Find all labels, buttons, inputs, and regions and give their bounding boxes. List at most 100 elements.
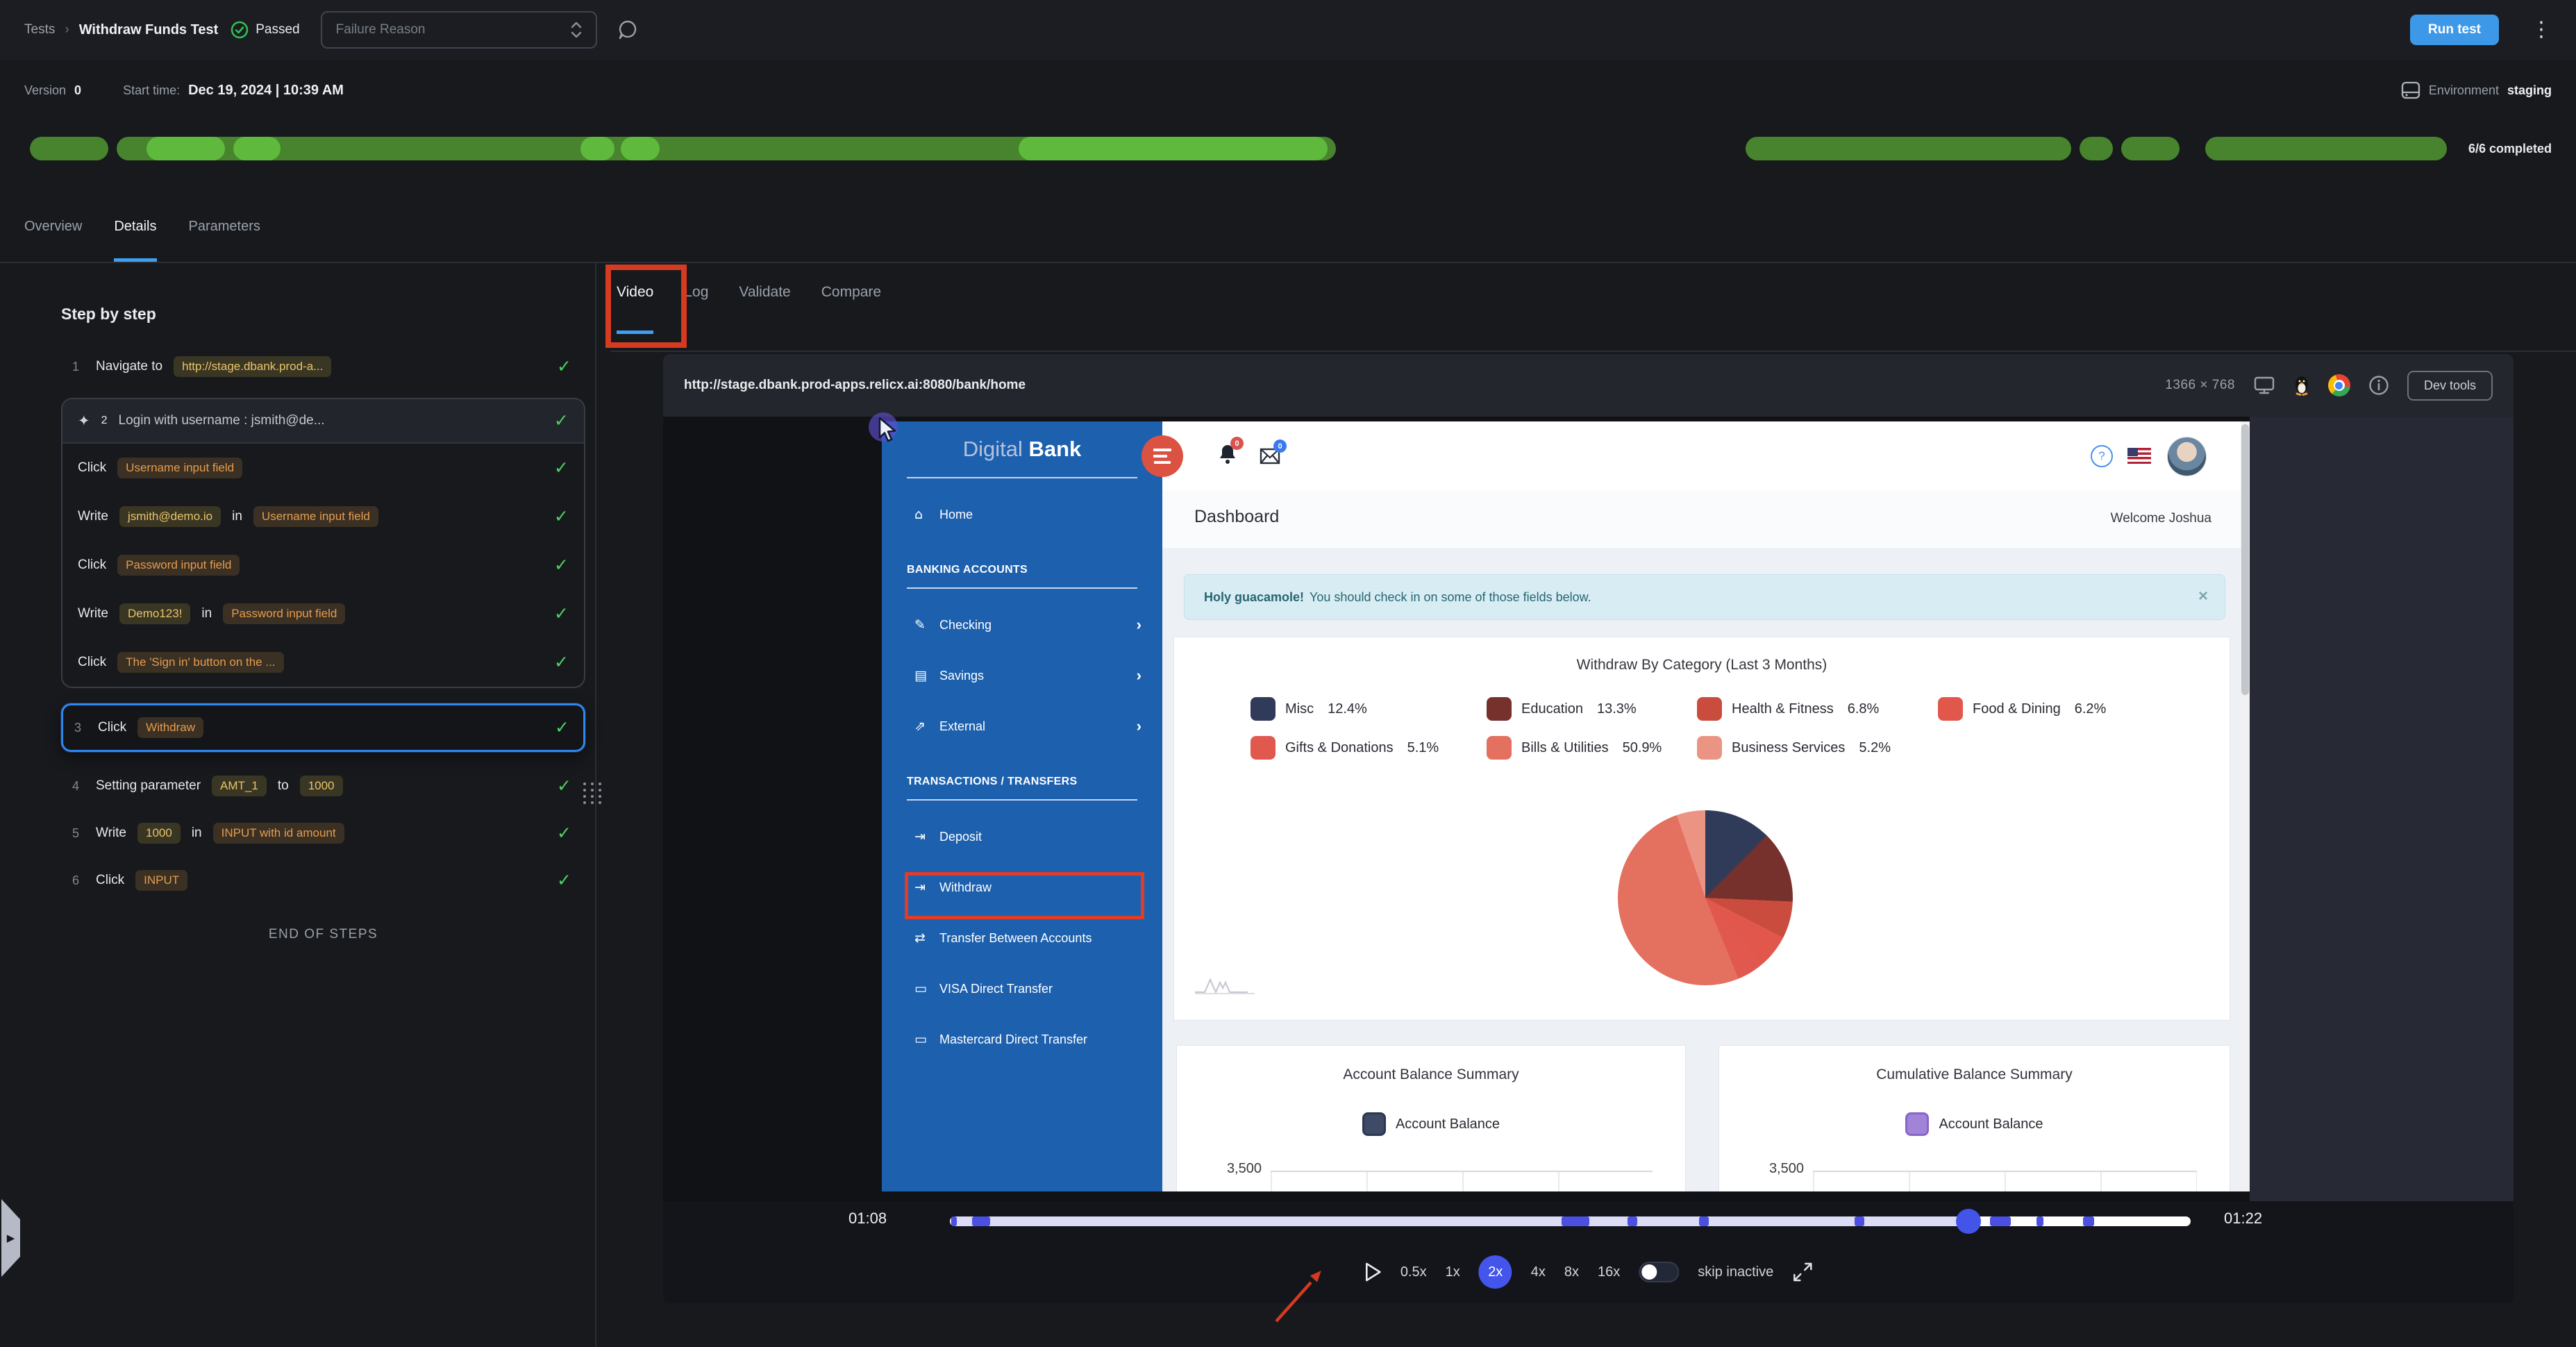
timeline-marker[interactable] <box>2036 1216 2044 1226</box>
card-icon: ▭ <box>914 981 927 996</box>
legend-value: 5.1% <box>1407 739 1439 755</box>
step-row[interactable]: Click Username input field ✓ <box>62 444 584 492</box>
timeline-track[interactable] <box>950 1209 2191 1234</box>
status-badge: Passed <box>256 22 300 37</box>
fullscreen-icon[interactable] <box>1792 1262 1813 1282</box>
timeline-marker[interactable] <box>1989 1216 2011 1226</box>
sidebar-item-deposit[interactable]: ⇥ Deposit <box>882 822 1162 851</box>
step-text: Navigate to <box>96 359 163 374</box>
speed-8x[interactable]: 8x <box>1564 1264 1579 1280</box>
step-badge: Username input field <box>117 458 243 478</box>
step-text: to <box>277 778 289 793</box>
timeline-marker[interactable] <box>972 1216 991 1226</box>
comment-bubble-icon <box>619 20 636 40</box>
video-frame-area[interactable]: Digital Bank ⌂ Home BANKING ACCOUNTS ✎ Check… <box>663 412 2514 1201</box>
dev-tools-button[interactable]: Dev tools <box>2407 370 2493 401</box>
passed-check-icon <box>231 21 249 39</box>
step-text: Setting parameter <box>96 778 201 793</box>
timeline-marker[interactable] <box>1627 1216 1637 1226</box>
step-row[interactable]: Click Password input field ✓ <box>62 541 584 589</box>
step-row[interactable]: Write Demo123! in Password input field ✓ <box>62 589 584 638</box>
total-time: 01:22 <box>2224 1210 2263 1227</box>
sidebar-item-savings[interactable]: ▤ Savings › <box>882 661 1162 690</box>
info-icon[interactable] <box>2368 375 2389 396</box>
step-row[interactable]: 4 Setting parameter AMT_1 to 1000 ✓ <box>61 767 585 805</box>
alert-text: You should check in on some of those fie… <box>1310 589 1591 604</box>
legend-label: Health & Fitness <box>1732 701 1834 717</box>
sidebar-item-label: External <box>939 719 986 733</box>
step-row[interactable]: Write jsmith@demo.io in Username input fiel… <box>62 492 584 541</box>
speed-4x[interactable]: 4x <box>1531 1264 1546 1280</box>
help-icon[interactable]: ? <box>2091 445 2113 467</box>
alert-close-icon[interactable]: × <box>2198 587 2208 606</box>
panel-resize-handle[interactable] <box>583 783 601 804</box>
group-step-header[interactable]: ✦ 2 Login with username : jsmith@de... ✓ <box>62 399 584 444</box>
tab-overview[interactable]: Overview <box>24 218 82 262</box>
avatar[interactable] <box>2167 437 2207 476</box>
failure-reason-select[interactable]: Failure Reason <box>320 11 597 49</box>
annotation-box-video-tab <box>605 265 687 348</box>
kebab-menu-icon[interactable]: ⋮ <box>2531 19 2552 40</box>
sparkline-icon <box>1195 978 1255 994</box>
video-tab-validate[interactable]: Validate <box>739 283 790 334</box>
sidebar-item-transfer-between-accounts[interactable]: ⇄ Transfer Between Accounts <box>882 923 1162 953</box>
step-row[interactable]: 1 Navigate to http://stage.dbank.prod-a...… <box>61 348 585 385</box>
breadcrumb-tests[interactable]: Tests <box>24 22 55 37</box>
timeline-marker[interactable] <box>951 1216 957 1226</box>
progress-segment-bright <box>621 137 660 160</box>
skip-inactive-toggle[interactable] <box>1639 1262 1680 1282</box>
sidebar-item-external[interactable]: ⇗ External › <box>882 712 1162 741</box>
scrollbar-thumb[interactable] <box>2241 424 2249 695</box>
speed-0.5x[interactable]: 0.5x <box>1400 1264 1427 1280</box>
step-success-check-icon: ✓ <box>557 776 571 796</box>
progress-segment-bright <box>146 137 225 160</box>
comment-button[interactable] <box>617 19 639 41</box>
step-text: Write <box>78 606 108 621</box>
expand-triangle-icon: ▶ <box>6 1232 15 1244</box>
sidebar-item-checking[interactable]: ✎ Checking › <box>882 610 1162 639</box>
chevron-right-icon: › <box>1136 667 1141 684</box>
step-row[interactable]: 5 Write 1000 in INPUT with id amount ✓ <box>61 814 585 852</box>
logo-light: Digital <box>962 437 1023 461</box>
timeline-marker[interactable] <box>1854 1216 1864 1226</box>
player-url-bar: http://stage.dbank.prod-apps.relicx.ai:8… <box>663 354 2514 417</box>
step-badge: INPUT with id amount <box>212 823 344 844</box>
tab-parameters[interactable]: Parameters <box>189 218 260 262</box>
app-scrollbar[interactable] <box>2241 421 2250 1191</box>
sidebar-divider <box>907 799 1137 801</box>
sidebar-item-mastercard-direct-transfer[interactable]: ▭ Mastercard Direct Transfer <box>882 1025 1162 1054</box>
speed-1x[interactable]: 1x <box>1446 1264 1460 1280</box>
step-success-check-icon: ✓ <box>557 871 571 890</box>
speed-2x[interactable]: 2x <box>1478 1255 1512 1289</box>
step-row[interactable]: Click The 'Sign in' button on the ... ✓ <box>62 638 584 687</box>
speed-16x[interactable]: 16x <box>1598 1264 1620 1280</box>
sidebar-item-visa-direct-transfer[interactable]: ▭ VISA Direct Transfer <box>882 974 1162 1003</box>
timeline-marker[interactable] <box>2082 1216 2094 1226</box>
step-row[interactable]: 6 Click INPUT ✓ <box>61 862 585 899</box>
video-tab-log[interactable]: Log <box>684 283 708 334</box>
timeline-marker[interactable] <box>1561 1216 1589 1226</box>
hamburger-menu-button[interactable] <box>1141 435 1183 477</box>
legend-label: Gifts & Donations <box>1285 739 1394 755</box>
step-badge: 1000 <box>299 776 343 796</box>
group-step-title: Login with username : jsmith@de... <box>118 413 325 428</box>
playback-controls: 0.5x 1x 2x 4x 8x 16x skip inactive <box>1364 1255 1813 1289</box>
step-badge: 1000 <box>137 823 181 844</box>
legend-item: Business Services 5.2% <box>1697 736 1938 760</box>
tab-details[interactable]: Details <box>114 218 157 262</box>
video-player: http://stage.dbank.prod-apps.relicx.ai:8… <box>663 354 2514 1303</box>
play-button[interactable] <box>1364 1262 1382 1282</box>
legend-item: Misc 12.4% <box>1251 697 1487 721</box>
timeline-marker[interactable] <box>1699 1216 1709 1226</box>
playhead[interactable] <box>1956 1209 1982 1234</box>
step-badge: Demo123! <box>119 603 191 624</box>
run-test-button[interactable]: Run test <box>2410 15 2499 45</box>
environment-icon <box>2401 81 2420 99</box>
step-row[interactable]: 3 Click Withdraw ✓ <box>61 703 585 752</box>
edit-icon: ✎ <box>914 617 926 633</box>
version-label: Version <box>24 83 67 97</box>
video-tab-compare[interactable]: Compare <box>821 283 881 334</box>
meta-row: Version 0 Start time: Dec 19, 2024 | 10:… <box>24 72 2552 108</box>
language-flag-icon[interactable] <box>2127 448 2151 464</box>
sidebar-item-home[interactable]: ⌂ Home <box>882 500 1162 529</box>
